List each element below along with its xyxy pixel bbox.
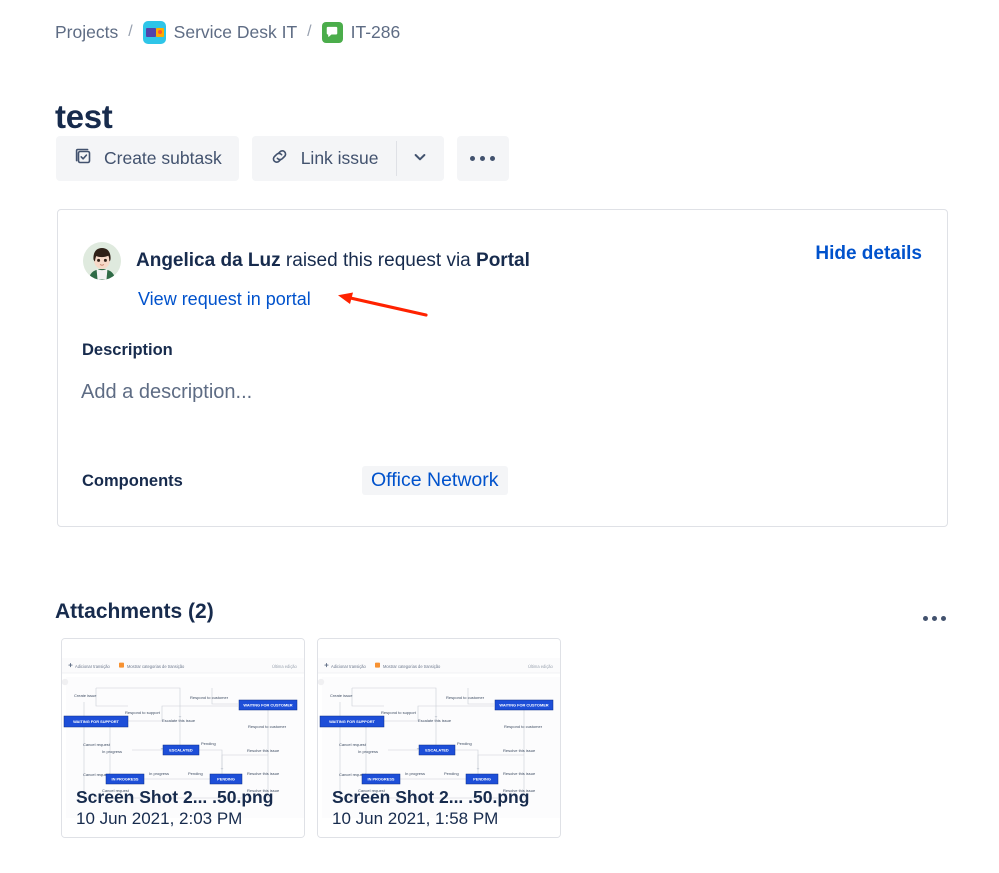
- svg-text:ESCALATED: ESCALATED: [169, 748, 193, 753]
- svg-text:Respond to customer: Respond to customer: [248, 724, 287, 729]
- svg-text:IN PROGRESS: IN PROGRESS: [367, 777, 394, 782]
- svg-text:ESCALATED: ESCALATED: [425, 748, 449, 753]
- svg-text:Resolve this issue: Resolve this issue: [503, 771, 536, 776]
- reporter-avatar[interactable]: [83, 242, 121, 280]
- svg-text:Create issue: Create issue: [74, 693, 97, 698]
- breadcrumb-issue-group[interactable]: IT-286: [321, 21, 401, 43]
- attachment-date: 10 Jun 2021, 2:03 PM: [76, 809, 243, 828]
- attachment-card[interactable]: Adicionar transição Mostrar categorias de…: [61, 638, 305, 838]
- components-label: Components: [82, 472, 183, 490]
- attachment-filename: Screen Shot 2... .50.png: [76, 787, 274, 807]
- breadcrumb-separator-2: /: [307, 23, 312, 40]
- svg-text:Cancel request: Cancel request: [83, 742, 111, 747]
- attachments-header: Attachments (2): [55, 600, 214, 623]
- page-title: test: [55, 98, 113, 136]
- checkbox-stack-icon: [73, 146, 93, 171]
- svg-text:Pending: Pending: [201, 741, 216, 746]
- svg-text:WAITING FOR CUSTOMER: WAITING FOR CUSTOMER: [243, 703, 292, 708]
- svg-text:Resolve this issue: Resolve this issue: [503, 748, 536, 753]
- svg-text:In progress: In progress: [358, 749, 378, 754]
- breadcrumb-projects-link[interactable]: Projects: [55, 22, 118, 43]
- svg-text:Mostrar categorias de transiçã: Mostrar categorias de transição: [383, 664, 441, 669]
- svg-text:PENDING: PENDING: [473, 777, 491, 782]
- svg-text:Resolve this issue: Resolve this issue: [247, 771, 280, 776]
- attachments-more-actions-button[interactable]: [916, 608, 952, 628]
- svg-text:Create issue: Create issue: [330, 693, 353, 698]
- service-request-icon: [321, 21, 343, 43]
- breadcrumb-issue-key-link[interactable]: IT-286: [351, 22, 401, 43]
- svg-text:Adicionar transição: Adicionar transição: [75, 664, 111, 669]
- create-subtask-button[interactable]: Create subtask: [56, 136, 239, 181]
- description-input-placeholder[interactable]: Add a description...: [81, 381, 252, 404]
- svg-text:Resolve this issue: Resolve this issue: [247, 748, 280, 753]
- svg-text:Respond to support: Respond to support: [381, 710, 417, 715]
- svg-text:Última edição: Última edição: [528, 664, 554, 669]
- svg-text:Pending: Pending: [457, 741, 472, 746]
- create-subtask-label: Create subtask: [104, 148, 222, 168]
- attachments-list: Adicionar transição Mostrar categorias de…: [61, 638, 561, 838]
- issue-actions-toolbar: Create subtask Link issue: [56, 136, 509, 181]
- svg-text:Escalate this issue: Escalate this issue: [162, 718, 196, 723]
- more-actions-icon: [470, 156, 476, 161]
- svg-text:IN PROGRESS: IN PROGRESS: [111, 777, 138, 782]
- chevron-down-icon: [412, 149, 428, 168]
- link-issue-dropdown-button[interactable]: [396, 136, 444, 181]
- svg-text:Respond to customer: Respond to customer: [504, 724, 543, 729]
- issue-more-actions-button[interactable]: [456, 136, 509, 181]
- attachment-filename: Screen Shot 2... .50.png: [332, 787, 530, 807]
- attachment-card[interactable]: Adicionar transição Mostrar categorias de…: [317, 638, 561, 838]
- more-actions-icon: [922, 615, 928, 621]
- request-channel: Portal: [476, 250, 530, 271]
- link-issue-label: Link issue: [300, 148, 379, 168]
- view-request-in-portal-link[interactable]: View request in portal: [138, 289, 311, 310]
- service-desk-project-icon: [142, 20, 166, 44]
- svg-text:Última edição: Última edição: [272, 664, 298, 669]
- link-issue-button[interactable]: Link issue: [251, 136, 396, 181]
- hide-details-button[interactable]: Hide details: [815, 243, 922, 265]
- raised-via-text: raised this request via: [285, 250, 471, 271]
- chain-link-icon: [269, 146, 290, 172]
- svg-text:Respond to support: Respond to support: [125, 710, 161, 715]
- attachment-date: 10 Jun 2021, 1:58 PM: [332, 809, 499, 828]
- svg-text:Adicionar transição: Adicionar transição: [331, 664, 367, 669]
- description-label: Description: [82, 341, 173, 359]
- svg-text:In progress: In progress: [149, 771, 169, 776]
- svg-text:Cancel request: Cancel request: [339, 742, 367, 747]
- svg-text:Escalate this issue: Escalate this issue: [418, 718, 452, 723]
- svg-text:PENDING: PENDING: [217, 777, 235, 782]
- svg-text:In progress: In progress: [405, 771, 425, 776]
- svg-text:Pending: Pending: [188, 771, 203, 776]
- breadcrumb: Projects / Service Desk IT / IT-286: [55, 18, 400, 46]
- svg-text:Pending: Pending: [444, 771, 459, 776]
- link-issue-split-button: Link issue: [251, 136, 444, 181]
- svg-text:WAITING FOR SUPPORT: WAITING FOR SUPPORT: [73, 719, 119, 724]
- svg-text:Mostrar categorias de transiçã: Mostrar categorias de transição: [127, 664, 185, 669]
- breadcrumb-project-link[interactable]: Service Desk IT: [174, 22, 298, 43]
- svg-text:Respond to customer: Respond to customer: [190, 695, 229, 700]
- request-raised-text: Angelica da Luz raised this request via …: [136, 250, 530, 272]
- attachment-meta: Screen Shot 2... .50.png 10 Jun 2021, 2:…: [76, 787, 296, 829]
- components-value-link[interactable]: Office Network: [362, 466, 508, 495]
- breadcrumb-separator-1: /: [128, 23, 133, 40]
- request-raised-row: Angelica da Luz raised this request via …: [83, 242, 530, 280]
- breadcrumb-project-group[interactable]: Service Desk IT: [142, 20, 298, 44]
- attachment-meta: Screen Shot 2... .50.png 10 Jun 2021, 1:…: [332, 787, 552, 829]
- reporter-name: Angelica da Luz: [136, 250, 281, 271]
- svg-text:WAITING FOR SUPPORT: WAITING FOR SUPPORT: [329, 719, 375, 724]
- svg-text:In progress: In progress: [102, 749, 122, 754]
- svg-text:WAITING FOR CUSTOMER: WAITING FOR CUSTOMER: [499, 703, 548, 708]
- svg-text:Respond to customer: Respond to customer: [446, 695, 485, 700]
